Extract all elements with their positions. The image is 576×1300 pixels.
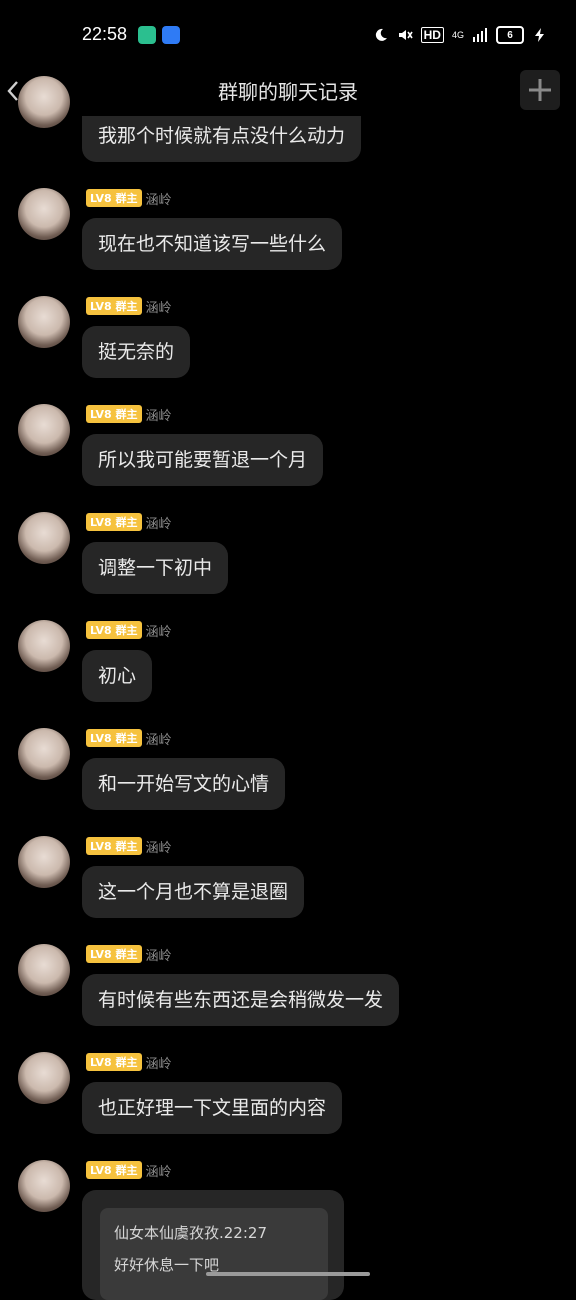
moon-icon (375, 28, 387, 41)
avatar[interactable] (18, 188, 70, 240)
avatar[interactable] (18, 296, 70, 348)
avatar[interactable] (18, 1052, 70, 1104)
quote-message[interactable]: 仙女本仙虞孜孜.22:27 好好休息一下吧 (82, 1190, 344, 1300)
sender-name: 涵岭 (145, 192, 172, 208)
quote-text: 好好休息一下吧 (114, 1256, 220, 1274)
sender-meta: LV8 群主 涵岭 (86, 188, 172, 208)
sender-meta: LV8 群主 涵岭 (86, 944, 172, 964)
battery-icon: 6 (496, 26, 524, 44)
message-bubble: 和一开始写文的心情 (82, 758, 286, 810)
avatar[interactable] (18, 728, 70, 780)
level-badge: LV8 群主 (86, 945, 142, 963)
message-bubble: 所以我可能要暂退一个月 (82, 434, 324, 486)
message-bubble: 初心 (82, 650, 153, 702)
sender-name: 涵岭 (145, 840, 172, 856)
sender-name: 涵岭 (145, 1164, 172, 1180)
network-label: 4G (451, 30, 464, 40)
sender-name: 涵岭 (145, 516, 172, 532)
app-notification-icon-2 (162, 26, 180, 44)
plus-icon (529, 79, 551, 101)
sender-meta: LV8 群主 涵岭 (86, 404, 172, 424)
level-badge: LV8 群主 (86, 189, 142, 207)
message-bubble: 有时候有些东西还是会稍微发一发 (82, 974, 400, 1026)
message-bubble: 这一个月也不算是退圈 (82, 866, 305, 918)
quoted-content: 仙女本仙虞孜孜.22:27 好好休息一下吧 (100, 1208, 328, 1300)
avatar[interactable] (18, 76, 70, 128)
avatar[interactable] (18, 1160, 70, 1212)
level-badge: LV8 群主 (86, 1161, 142, 1179)
sender-meta: LV8 群主 涵岭 (86, 836, 172, 856)
message-bubble: 我那个时候就有点没什么动力 (82, 116, 362, 162)
sender-name: 涵岭 (145, 300, 172, 316)
level-badge: LV8 群主 (86, 513, 142, 531)
level-badge: LV8 群主 (86, 297, 142, 315)
hd-label: HD (420, 27, 444, 43)
charging-icon (535, 28, 544, 42)
level-badge: LV8 群主 (86, 1053, 142, 1071)
sender-name: 涵岭 (145, 408, 172, 424)
page-title: 群聊的聊天记录 (218, 80, 358, 104)
level-badge: LV8 群主 (86, 837, 142, 855)
sender-meta: LV8 群主 涵岭 (86, 512, 172, 532)
level-badge: LV8 群主 (86, 729, 142, 747)
status-time: 22:58 (82, 24, 128, 44)
quote-header: 仙女本仙虞孜孜.22:27 (114, 1224, 267, 1242)
add-button[interactable] (520, 70, 560, 110)
sender-name: 涵岭 (145, 948, 172, 964)
mute-icon (398, 30, 413, 40)
app-notification-icon (138, 26, 156, 44)
message-bubble: 调整一下初中 (82, 542, 229, 594)
sender-name: 涵岭 (145, 624, 172, 640)
avatar[interactable] (18, 512, 70, 564)
status-icons: HD 4G 6 (373, 24, 548, 46)
sender-name: 涵岭 (145, 732, 172, 748)
message-bubble: 挺无奈的 (82, 326, 191, 378)
status-bar: 22:58 HD 4G 6 (0, 0, 576, 70)
avatar[interactable] (18, 944, 70, 996)
avatar[interactable] (18, 404, 70, 456)
level-badge: LV8 群主 (86, 621, 142, 639)
sender-meta: LV8 群主 涵岭 (86, 1052, 172, 1072)
sender-meta: LV8 群主 涵岭 (86, 296, 172, 316)
message-bubble: 现在也不知道该写一些什么 (82, 218, 343, 270)
signal-icon (473, 28, 487, 42)
level-badge: LV8 群主 (86, 405, 142, 423)
sender-meta: LV8 群主 涵岭 (86, 620, 172, 640)
avatar[interactable] (18, 836, 70, 888)
sender-meta: LV8 群主 涵岭 (86, 1160, 172, 1180)
sender-meta: LV8 群主 涵岭 (86, 728, 172, 748)
message-bubble: 也正好理一下文里面的内容 (82, 1082, 343, 1134)
avatar[interactable] (18, 620, 70, 672)
sender-name: 涵岭 (145, 1056, 172, 1072)
header: 返回 群聊的聊天记录 (0, 70, 576, 116)
home-indicator[interactable] (206, 1272, 370, 1276)
